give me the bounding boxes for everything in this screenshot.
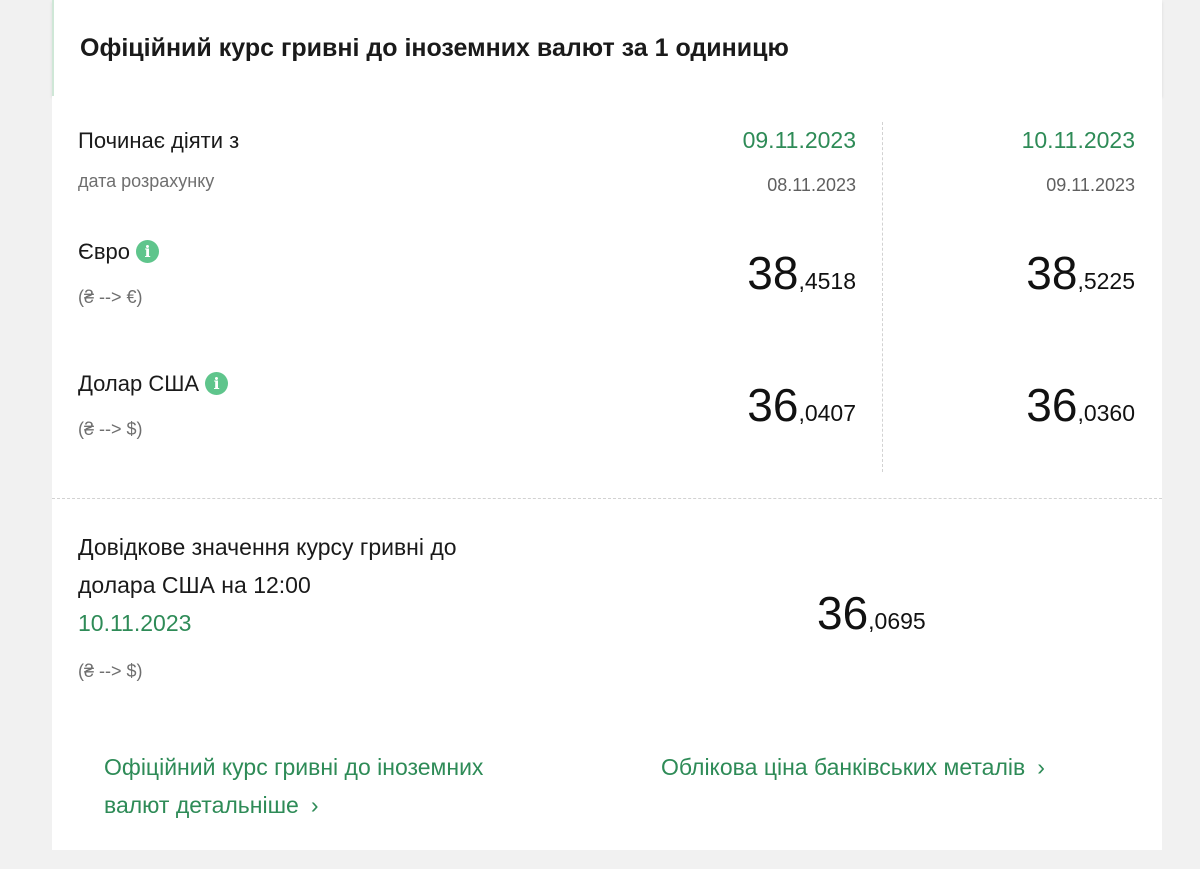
chevron-right-icon: › [310, 792, 319, 818]
rates-card-header: Офіційний курс гривні до іноземних валют… [52, 0, 1162, 96]
section-divider [52, 498, 1162, 499]
chevron-right-icon: › [1037, 754, 1045, 780]
reference-direction: (₴ --> $) [78, 661, 143, 681]
rate-int: 36 [747, 379, 799, 431]
effective-date-col1: 09.11.2023 [742, 127, 856, 153]
link-text: Облікова ціна банківських металів [661, 754, 1026, 780]
currency-usd-direction: (₴ --> $) [78, 419, 143, 439]
currency-euro-direction: (₴ --> €) [78, 287, 143, 307]
link-text-line1: Офіційний курс гривні до іноземних [104, 754, 484, 780]
calc-date-col1: 08.11.2023 [767, 175, 856, 195]
rate-int: 36 [1026, 379, 1078, 431]
reference-date: 10.11.2023 [78, 610, 192, 636]
currency-usd: Долар США i [78, 371, 229, 397]
currency-euro: Євро i [78, 239, 159, 265]
rate-euro-col1: 38,4518 [747, 246, 856, 300]
rate-frac: ,4518 [798, 268, 856, 294]
rate-frac: ,0695 [868, 608, 926, 634]
official-rates-details-link[interactable]: Офіційний курс гривні до іноземних валют… [104, 748, 483, 824]
reference-label-line2: долара США на 12:00 [78, 572, 311, 598]
info-icon[interactable]: i [205, 372, 229, 395]
effective-date-col2: 10.11.2023 [1021, 127, 1135, 153]
page-title: Офіційний курс гривні до іноземних валют… [80, 34, 789, 62]
rate-usd-col1: 36,0407 [747, 378, 856, 432]
reference-rate: 36,0695 [817, 586, 926, 640]
rate-frac: ,0360 [1077, 400, 1135, 426]
calc-date-label: дата розрахунку [78, 171, 215, 191]
rate-int: 38 [1026, 247, 1078, 299]
rate-usd-col2: 36,0360 [1026, 378, 1135, 432]
rate-frac: ,0407 [798, 400, 856, 426]
currency-usd-label: Долар США [78, 371, 200, 396]
rate-frac: ,5225 [1077, 268, 1135, 294]
bank-metals-price-link[interactable]: Облікова ціна банківських металів › [661, 748, 1045, 786]
effective-date-label: Починає діяти з [78, 128, 240, 153]
info-icon[interactable]: i [135, 240, 159, 263]
rates-card: Починає діяти з 09.11.2023 10.11.2023 да… [52, 96, 1162, 850]
reference-label-line1: Довідкове значення курсу гривні до [78, 534, 457, 560]
rate-euro-col2: 38,5225 [1026, 246, 1135, 300]
rate-int: 36 [817, 587, 869, 639]
calc-date-col2: 09.11.2023 [1046, 175, 1135, 195]
column-divider [882, 122, 883, 472]
link-text-line2: валют детальніше [104, 792, 299, 818]
currency-euro-label: Євро [78, 239, 130, 264]
rate-int: 38 [747, 247, 799, 299]
